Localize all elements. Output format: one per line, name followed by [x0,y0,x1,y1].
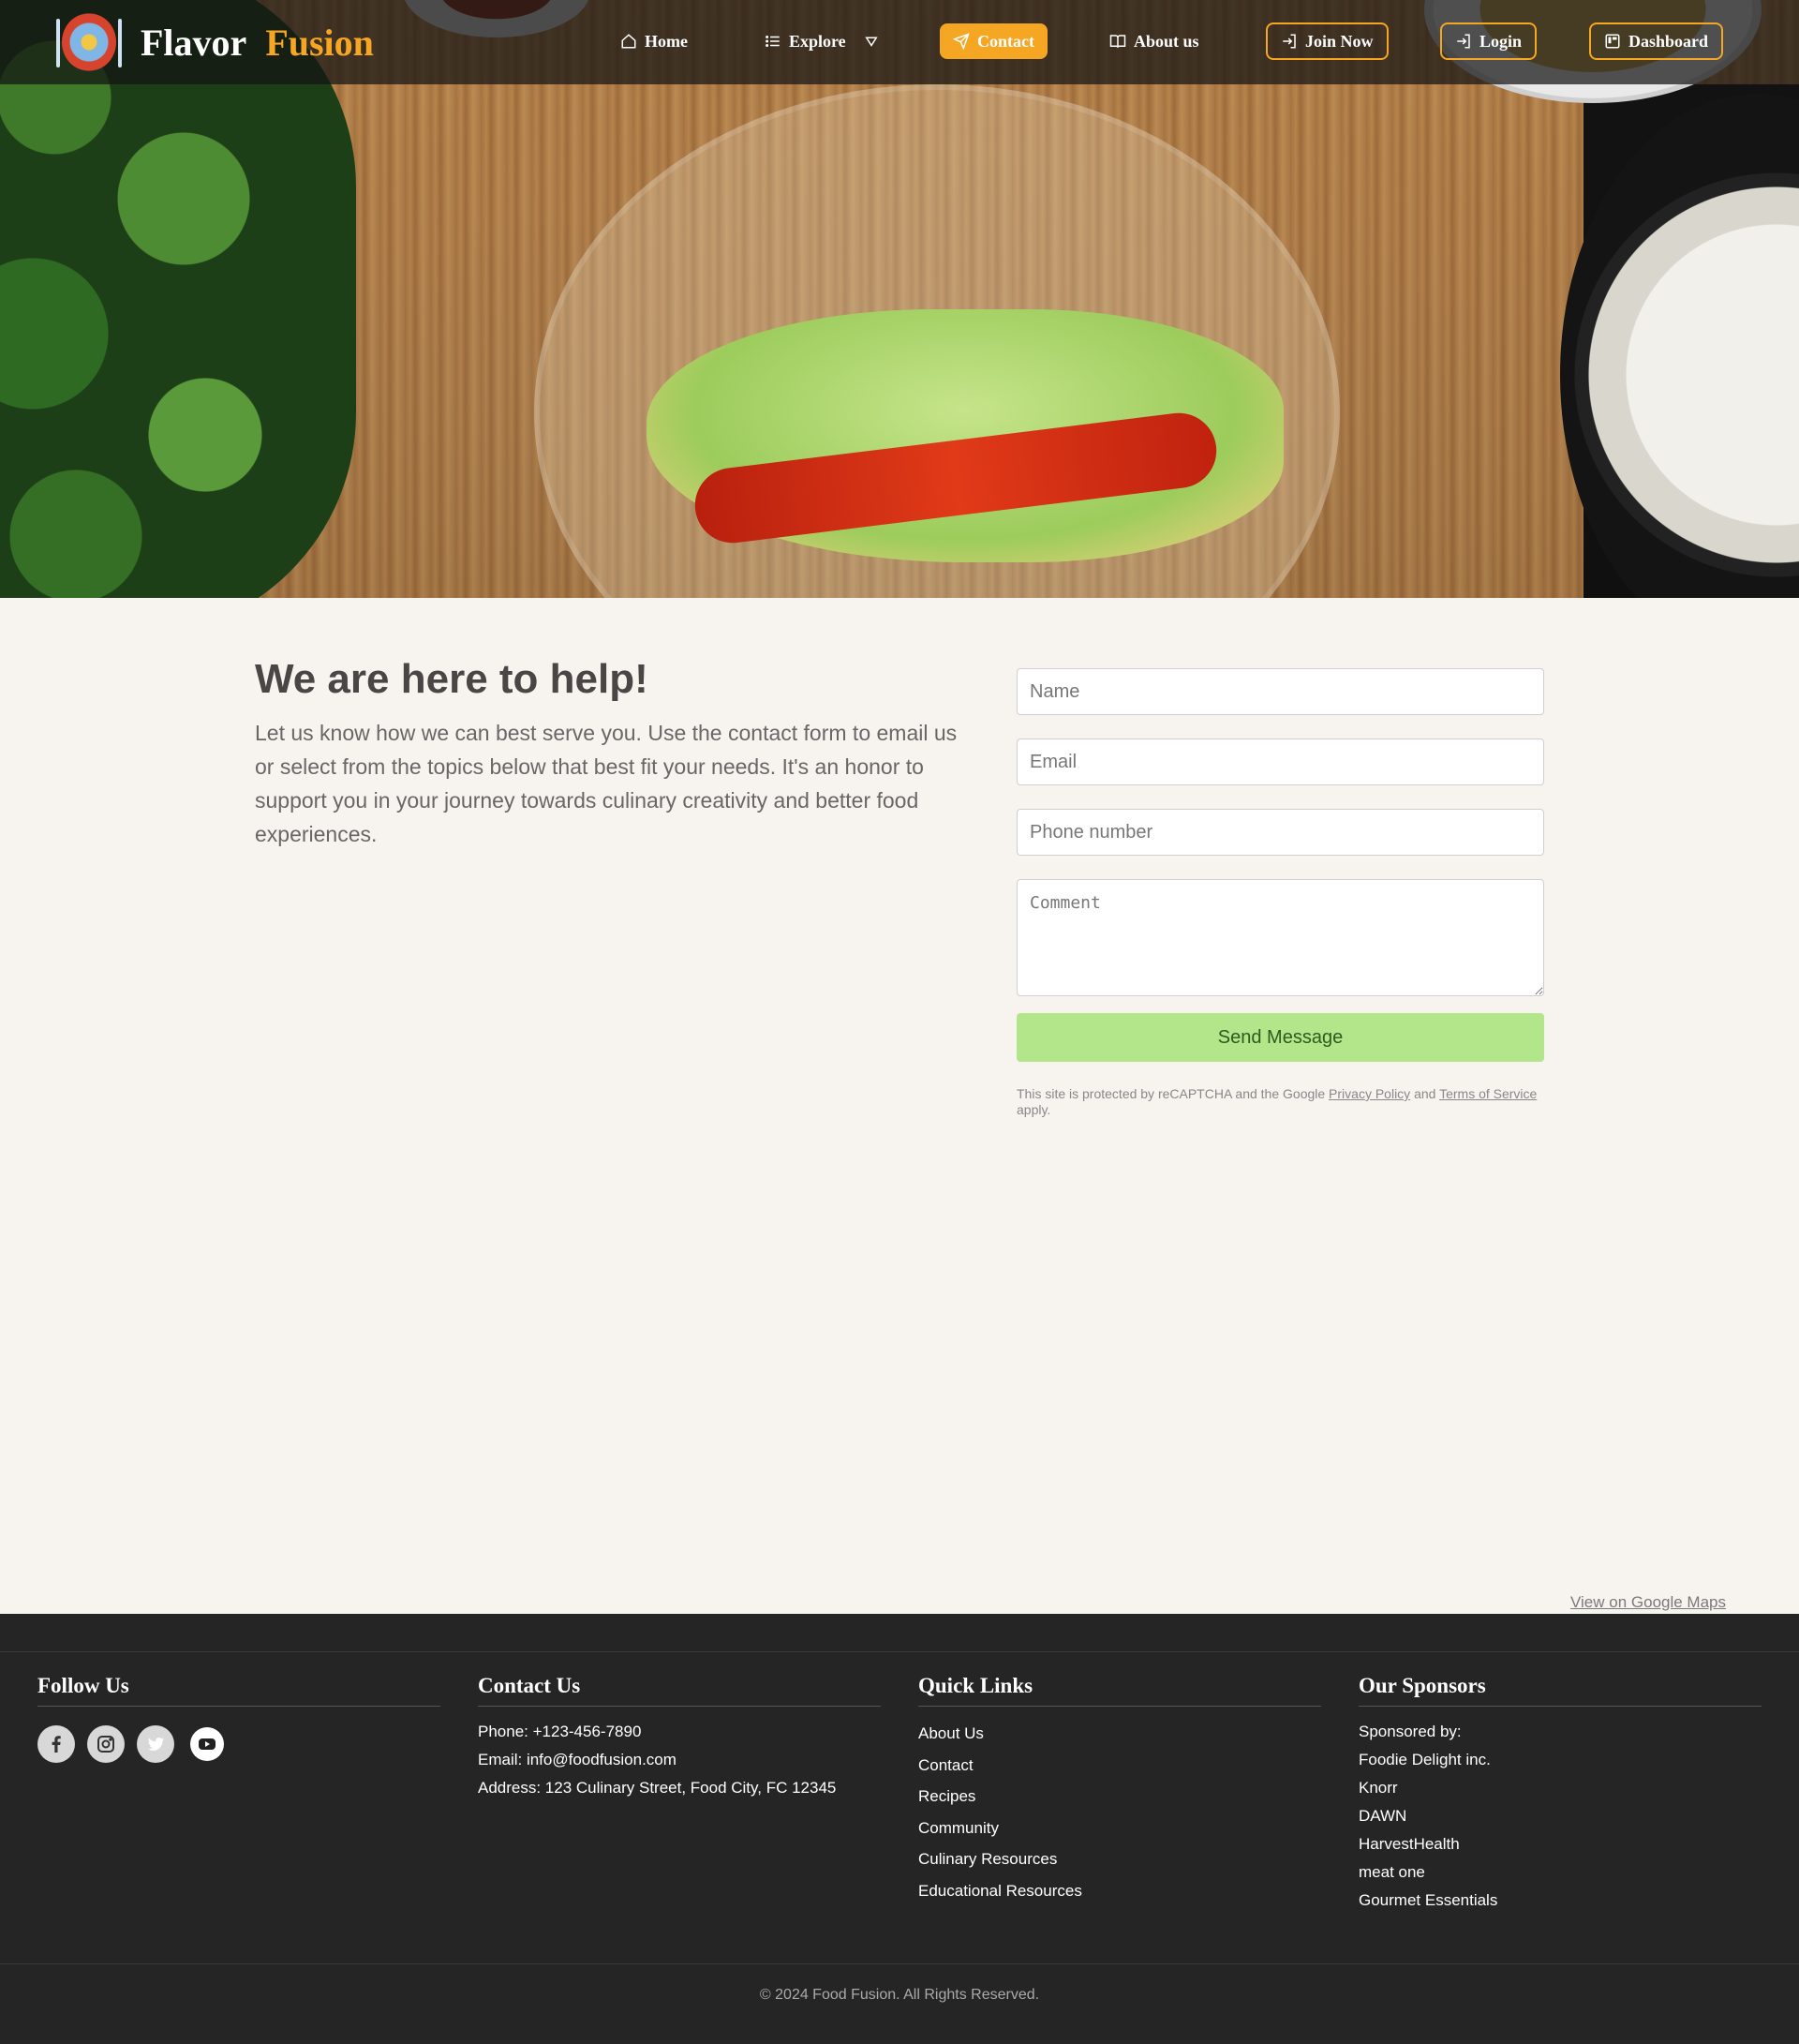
login-label: Login [1479,31,1523,51]
join-now-label: Join Now [1305,31,1374,51]
recaptcha-suffix: apply. [1017,1102,1051,1117]
quick-link-recipes[interactable]: Recipes [918,1781,1321,1813]
brand-name-part2: Fusion [265,21,374,64]
email-field[interactable] [1017,739,1544,785]
recaptcha-notice: This site is protected by reCAPTCHA and … [1017,1086,1541,1118]
footer-divider-top [0,1651,1799,1652]
footer-follow-us: Follow Us [37,1674,440,1763]
sign-in-icon [1283,34,1296,49]
social-links [37,1725,440,1763]
nav-contact[interactable]: Contact [940,23,1048,59]
quick-link-educational-resources[interactable]: Educational Resources [918,1875,1321,1907]
brand-name: Flavor Fusion [141,21,374,65]
nav-about[interactable]: About us [1109,22,1199,60]
sponsor-item: Foodie Delight inc. [1359,1751,1491,1768]
intro-text: Let us know how we can best serve you. U… [255,721,958,846]
instagram-icon[interactable] [87,1725,125,1763]
footer-divider-bottom [0,1963,1799,1964]
phone-field[interactable] [1017,809,1544,856]
footer-our-sponsors: Our Sponsors Sponsored by: Foodie Deligh… [1359,1674,1762,1915]
footer-quick-links: Quick Links About Us Contact Recipes Com… [918,1674,1321,1906]
sponsor-item: Sponsored by: [1359,1723,1462,1740]
name-field[interactable] [1017,668,1544,715]
our-sponsors-heading: Our Sponsors [1359,1674,1762,1707]
contact-us-heading: Contact Us [478,1674,881,1707]
home-icon [621,34,636,49]
login-button[interactable]: Login [1440,22,1538,60]
nav-home[interactable]: Home [620,22,688,60]
login-icon [1457,34,1470,49]
nav-contact-label: Contact [977,31,1034,51]
send-icon [953,33,970,50]
nav-explore-label: Explore [789,31,846,51]
sponsor-item: HarvestHealth [1359,1835,1460,1853]
dashboard-icon [1605,34,1620,49]
page-title: We are here to help! [255,656,648,702]
recaptcha-prefix: This site is protected by reCAPTCHA and … [1017,1086,1330,1101]
brand[interactable]: Flavor Fusion [56,11,374,73]
sponsor-item: Gourmet Essentials [1359,1891,1498,1909]
youtube-icon[interactable] [190,1727,224,1761]
sponsor-item: Knorr [1359,1779,1398,1797]
hero-herbs [0,0,356,598]
quick-link-contact[interactable]: Contact [918,1750,1321,1782]
logo-icon [56,11,122,73]
sponsor-item: meat one [1359,1863,1425,1881]
privacy-policy-link[interactable]: Privacy Policy [1329,1086,1410,1101]
quick-link-culinary-resources[interactable]: Culinary Resources [918,1843,1321,1875]
nav-home-label: Home [645,31,688,51]
list-icon [766,36,780,47]
footer-email: Email: info@foodfusion.com [478,1751,676,1768]
chevron-down-icon [865,37,878,47]
sponsor-item: DAWN [1359,1807,1407,1825]
dashboard-button[interactable]: Dashboard [1589,22,1724,60]
facebook-icon[interactable] [37,1725,75,1763]
send-message-button[interactable]: Send Message [1017,1013,1544,1062]
comment-field[interactable] [1017,879,1544,996]
book-icon [1109,35,1126,48]
footer-phone: Phone: +123-456-7890 [478,1723,642,1740]
copyright: © 2024 Food Fusion. All Rights Reserved. [759,1987,1040,2003]
recaptcha-and: and [1410,1086,1440,1101]
quick-link-community[interactable]: Community [918,1813,1321,1844]
terms-of-service-link[interactable]: Terms of Service [1439,1086,1537,1101]
footer: Follow Us Contact Us Phone: +123-456-789… [0,1614,1799,2044]
join-now-button[interactable]: Join Now [1266,22,1389,60]
view-on-google-maps-link[interactable]: View on Google Maps [1570,1593,1726,1612]
nav-about-label: About us [1134,31,1199,51]
hero-image [0,0,1799,598]
follow-us-heading: Follow Us [37,1674,440,1707]
quick-link-about-us[interactable]: About Us [918,1718,1321,1750]
footer-address: Address: 123 Culinary Street, Food City,… [478,1779,837,1797]
dashboard-label: Dashboard [1628,31,1709,51]
quick-links-heading: Quick Links [918,1674,1321,1707]
navbar: Flavor Fusion Home Explore Contact About … [0,0,1799,84]
brand-name-part1: Flavor [141,21,247,64]
twitter-icon[interactable] [137,1725,174,1763]
nav-explore[interactable]: Explore [765,22,880,60]
footer-contact-us: Contact Us Phone: +123-456-7890 Email: i… [478,1674,881,1802]
